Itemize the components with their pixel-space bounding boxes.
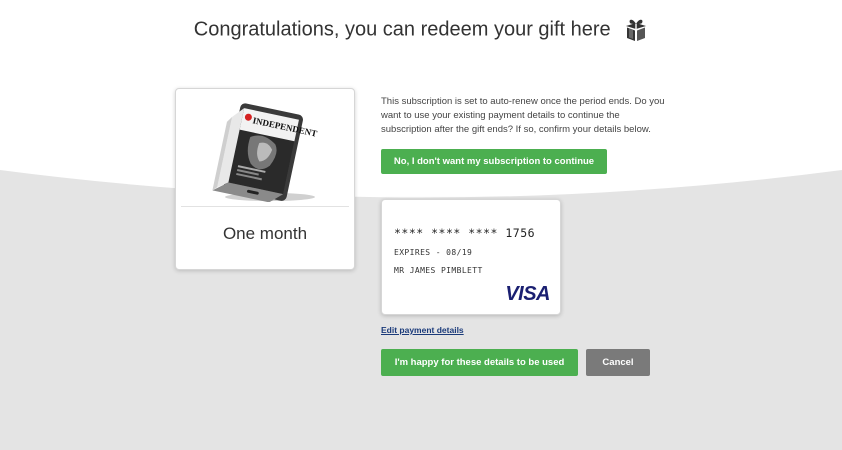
magazine-tablet-image: INDEPENDENT: [210, 97, 320, 203]
edit-payment-details-link[interactable]: Edit payment details: [381, 325, 464, 335]
card-holder-name: MR JAMES PIMBLETT: [394, 266, 483, 275]
cancel-button[interactable]: Cancel: [586, 349, 650, 376]
product-divider: [181, 206, 349, 207]
gift-product-card: INDEPENDENT One month: [175, 88, 355, 270]
auto-renew-notice: This subscription is set to auto-renew o…: [381, 96, 665, 135]
decline-renewal-button[interactable]: No, I don't want my subscription to cont…: [381, 149, 607, 174]
visa-logo: VISA: [505, 283, 550, 305]
subscription-duration: One month: [222, 224, 308, 243]
gift-icon: [624, 17, 648, 43]
page-heading: Congratulations, you can redeem your gif…: [0, 17, 842, 43]
payment-card: **** **** **** 1756 EXPIRES - 08/19 MR J…: [381, 199, 561, 315]
renewal-panel: This subscription is set to auto-renew o…: [381, 95, 666, 376]
confirm-details-button[interactable]: I'm happy for these details to be used: [381, 349, 578, 376]
page-title: Congratulations, you can redeem your gif…: [193, 18, 611, 41]
card-number: **** **** **** 1756: [394, 226, 536, 240]
card-expiry: EXPIRES - 08/19: [394, 248, 473, 257]
